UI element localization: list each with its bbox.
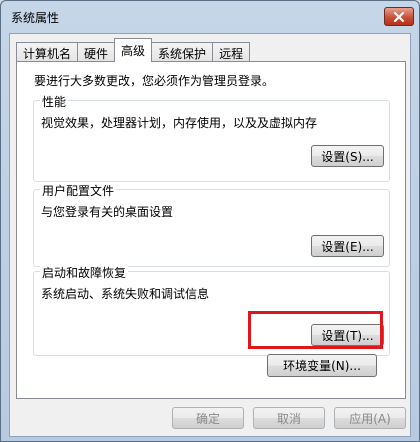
ok-button[interactable]: 确定 [172,407,244,429]
apply-button[interactable]: 应用(A) [334,407,406,429]
highlight-box [248,311,383,349]
window-title: 系统属性 [11,11,60,25]
tab-hardware[interactable]: 硬件 [77,42,116,62]
close-icon [393,11,405,22]
close-button[interactable] [384,7,414,26]
tab-remote[interactable]: 远程 [212,42,251,62]
startup-recovery-title: 启动和故障恢复 [40,264,129,281]
admin-note: 要进行大多数更改，您必须作为管理员登录。 [34,74,275,88]
user-profiles-group: 用户配置文件 与您登录有关的桌面设置 设置(E)... [33,182,390,267]
user-profiles-settings-button[interactable]: 设置(E)... [311,235,384,257]
system-properties-window: 系统属性 计算机名 硬件 高级 系统保护 远程 要进行大多数更改，您必须作为管理… [0,0,420,442]
performance-settings-button[interactable]: 设置(S)... [311,145,384,167]
tab-advanced[interactable]: 高级 [114,38,153,62]
user-profiles-title: 用户配置文件 [40,182,117,199]
tab-strip: 计算机名 硬件 高级 系统保护 远程 [16,38,251,62]
dialog-client-area: 计算机名 硬件 高级 系统保护 远程 要进行大多数更改，您必须作为管理员登录。 … [9,33,411,437]
performance-title: 性能 [40,93,69,110]
cancel-button[interactable]: 取消 [253,407,325,429]
performance-group: 性能 视觉效果，处理器计划，内存使用，以及及虚拟内存 设置(S)... [33,93,390,182]
performance-description: 视觉效果，处理器计划，内存使用，以及及虚拟内存 [41,116,318,130]
environment-variables-button[interactable]: 环境变量(N)... [267,354,377,377]
user-profiles-description: 与您登录有关的桌面设置 [41,205,174,219]
startup-recovery-description: 系统启动、系统失败和调试信息 [41,287,210,301]
title-bar[interactable]: 系统属性 [1,1,419,33]
tab-computer-name[interactable]: 计算机名 [16,42,79,62]
tab-system-protection[interactable]: 系统保护 [151,42,214,62]
